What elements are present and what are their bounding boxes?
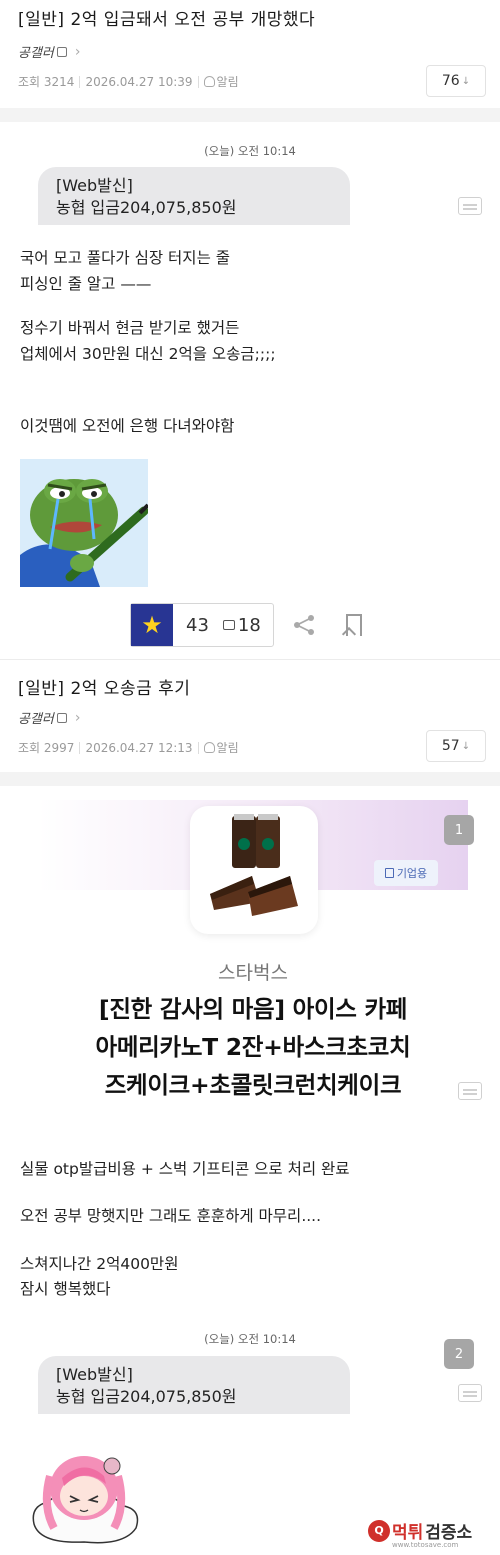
recommend-star-button[interactable]: ★: [131, 604, 173, 646]
anime-girl-sticker-image: [20, 1436, 148, 1555]
search-icon: Q: [368, 1519, 390, 1542]
sms-bubble: [Web발신] 농협 입금204,075,850원: [38, 167, 350, 225]
gallery-badge-icon: [56, 712, 67, 723]
post1-body-line: 정수기 바꿔서 현금 받기로 했거든: [20, 319, 240, 337]
share-icon[interactable]: [292, 614, 316, 636]
corp-label: 기업용: [396, 867, 428, 880]
gift-product-name: [진한 감사의 마음] 아이스 카페 아메리카노T 2잔+바스크초코치 즈케이크…: [38, 990, 468, 1104]
comment-icon: [222, 620, 235, 630]
post2-meta: 조회 2997 2026.04.27 12:13 알림: [18, 739, 239, 756]
alarm-button[interactable]: 알림: [203, 739, 239, 756]
gift-name-line: 즈케이크+초콜릿크런치케이크: [104, 1071, 402, 1099]
author-name: 공갤러: [18, 46, 54, 61]
bookmark-icon[interactable]: [346, 614, 362, 636]
watermark-text-red: 먹튀: [392, 1523, 424, 1543]
chevron-right-icon: ›: [74, 43, 81, 60]
comment-count-button[interactable]: 57 ↓: [426, 730, 486, 762]
gallery-badge-icon: [56, 46, 67, 57]
meta-divider: [197, 741, 199, 754]
post2-body-line: 스쳐지나간 2억400만원: [20, 1255, 179, 1273]
crying-frog-image: [20, 459, 148, 587]
reaction-bar: ★ 43 18: [130, 603, 274, 647]
like-count: 43: [186, 614, 209, 636]
sms-message: 농협 입금204,075,850원: [56, 1387, 237, 1406]
gift-brand: 스타벅스: [218, 962, 288, 984]
chevron-right-icon: ›: [74, 709, 81, 726]
alarm-label: 알림: [216, 75, 239, 89]
alarm-button[interactable]: 알림: [203, 73, 239, 90]
comment-side-icon[interactable]: [458, 1082, 482, 1100]
post1-meta: 조회 3214 2026.04.27 10:39 알림: [18, 73, 239, 90]
post2-body-line: 잠시 행복했다: [20, 1280, 111, 1298]
view-count: 조회 3214: [18, 75, 75, 89]
bell-icon: [203, 742, 215, 753]
mini-comment-button[interactable]: 18: [222, 614, 261, 636]
bell-icon: [203, 76, 215, 87]
meta-divider: [79, 75, 81, 88]
gift-name-line: [진한 감사의 마음] 아이스 카페: [98, 995, 408, 1023]
mini-comment-count: 18: [237, 614, 261, 636]
post1-body-line: 이것땜에 오전에 은행 다녀와야함: [20, 417, 235, 435]
post1-body-line: 업체에서 30만원 대신 2억을 오송금;;;;: [20, 345, 276, 363]
post-datetime: 2026.04.27 12:13: [85, 740, 193, 755]
sms-message: 농협 입금204,075,850원: [56, 198, 237, 217]
sms-bubble: [Web발신] 농협 입금204,075,850원: [38, 1356, 350, 1414]
image-index-badge: 2: [444, 1339, 474, 1369]
gifticon-card: 기업용 스타벅스 [진한 감사의 마음] 아이스 카페 아메리카노T 2잔+바스…: [38, 800, 468, 1110]
post1-title[interactable]: [일반] 2억 입금돼서 오전 공부 개망했다: [18, 5, 315, 30]
post2-body-line: 오전 공부 망햇지만 그래도 훈훈하게 마무리....: [20, 1207, 322, 1225]
post-separator: [0, 659, 500, 660]
section-divider: [0, 772, 500, 786]
comment-count-button[interactable]: 76 ↓: [426, 65, 486, 97]
post2-body-line: 실물 otp발급비용 + 스벅 기프티콘 으로 처리 완료: [20, 1160, 350, 1178]
comment-side-icon[interactable]: [458, 1384, 482, 1402]
watermark-text-dark: 검증소: [425, 1523, 473, 1543]
meta-divider: [79, 741, 81, 754]
comment-count: 57: [441, 738, 460, 754]
post2-title[interactable]: [일반] 2억 오송금 후기: [18, 674, 190, 699]
arrow-down-icon: ↓: [461, 75, 471, 87]
author-name: 공갤러: [18, 712, 54, 727]
image-index-badge: 1: [444, 815, 474, 845]
comment-side-icon[interactable]: [458, 197, 482, 215]
watermark-url: www.totosave.com: [392, 1541, 459, 1549]
gift-product-image: [190, 806, 318, 934]
sms-timestamp: (오늘) 오전 10:14: [204, 1332, 296, 1346]
sms-sender: [Web발신]: [56, 176, 133, 195]
arrow-down-icon: ↓: [461, 740, 471, 752]
gift-name-line: 아메리카노T 2잔+바스크초코치: [95, 1033, 411, 1061]
view-count: 조회 2997: [18, 741, 75, 755]
post1-body-line: 피싱인 줄 알고 ——: [20, 275, 152, 293]
star-icon: ★: [141, 611, 163, 639]
meta-divider: [197, 75, 199, 88]
sms-timestamp: (오늘) 오전 10:14: [204, 144, 296, 158]
post1-body-line: 국어 모고 풀다가 심장 터지는 줄: [20, 249, 231, 267]
alarm-label: 알림: [216, 741, 239, 755]
post1-author[interactable]: 공갤러 ›: [18, 42, 81, 62]
comment-count: 76: [441, 73, 460, 89]
corp-badge: 기업용: [374, 860, 438, 886]
post2-author[interactable]: 공갤러 ›: [18, 708, 81, 728]
building-icon: [384, 868, 394, 878]
section-divider: [0, 108, 500, 122]
post-datetime: 2026.04.27 10:39: [85, 74, 193, 89]
site-watermark: Q 먹튀 검증소: [368, 1518, 472, 1543]
sms-sender: [Web발신]: [56, 1365, 133, 1384]
